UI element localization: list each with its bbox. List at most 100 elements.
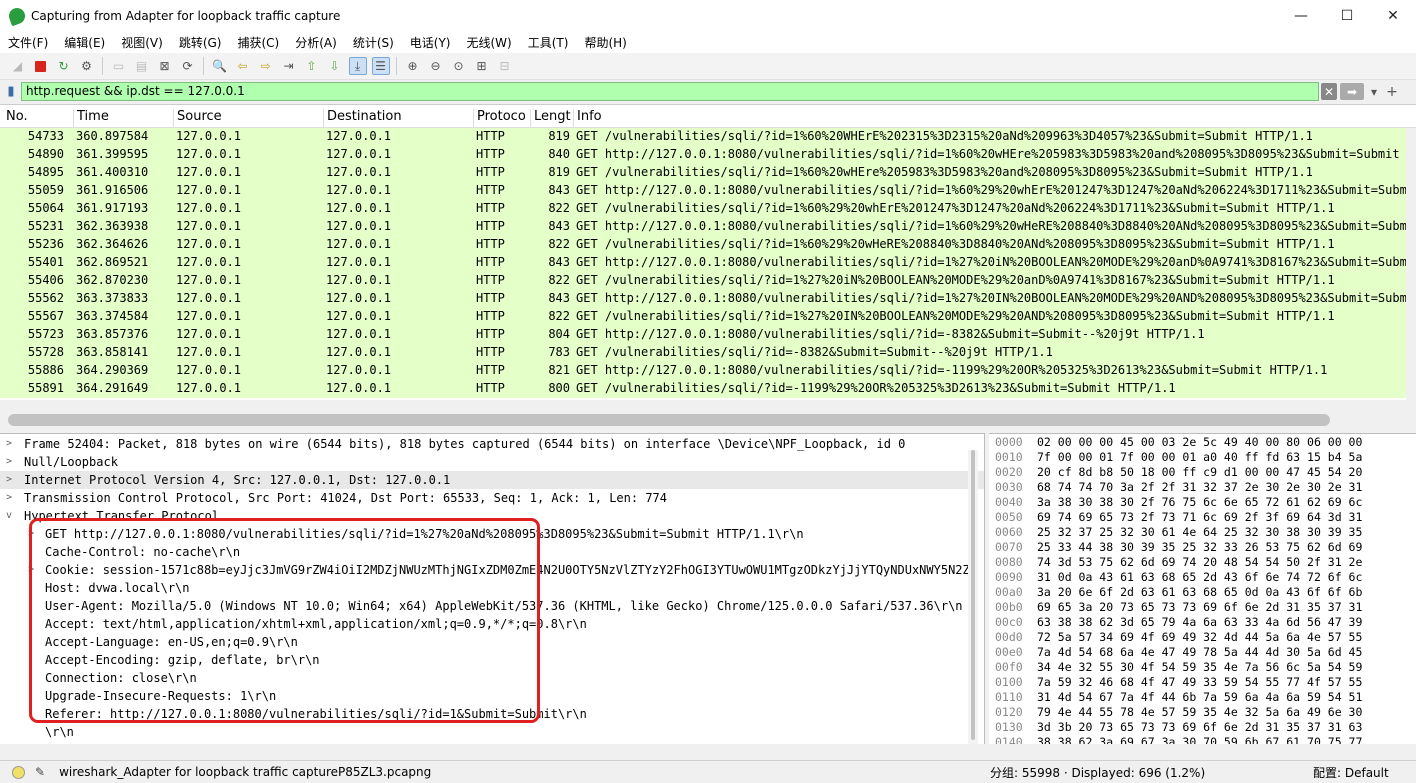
open-file-icon[interactable]: ▭ (110, 57, 128, 75)
hex-row[interactable]: 00d0 72 5a 57 34 69 4f 69 49 32 4d 44 5a … (989, 630, 1416, 645)
hex-row[interactable]: 0070 25 33 44 38 30 39 35 25 32 33 26 53 … (989, 540, 1416, 555)
packet-row[interactable]: 55064 361.917193 127.0.0.1 127.0.0.1 HTTP 822… (0, 200, 1416, 218)
packet-row[interactable]: 55406 362.870230 127.0.0.1 127.0.0.1 HTTP 822… (0, 272, 1416, 290)
packet-row[interactable]: 55401 362.869521 127.0.0.1 127.0.0.1 HTTP 843… (0, 254, 1416, 272)
hex-row[interactable]: 0020 20 cf 8d b8 50 18 00 ff c9 d1 00 00 … (989, 465, 1416, 480)
column-time[interactable]: Time (73, 109, 109, 128)
http-header-line[interactable]: Upgrade-Insecure-Requests: 1\r\n (0, 687, 984, 705)
resize-columns-icon[interactable]: ⊞ (473, 57, 491, 75)
protocol-tree-item[interactable]: > Internet Protocol Version 4, Src: 127.0… (0, 471, 984, 489)
packet-list-scrollbar[interactable] (1406, 128, 1416, 400)
go-first-icon[interactable]: ⇧ (303, 57, 321, 75)
menu-item[interactable]: 无线(W) (459, 34, 520, 51)
menu-item[interactable]: 电话(Y) (402, 34, 459, 51)
find-packet-icon[interactable]: 🔍 (211, 57, 229, 75)
packet-row[interactable]: 54895 361.400310 127.0.0.1 127.0.0.1 HTTP 819… (0, 164, 1416, 182)
hex-row[interactable]: 0030 68 74 74 70 3a 2f 2f 31 32 37 2e 30 … (989, 480, 1416, 495)
menu-item[interactable]: 捕获(C) (229, 34, 287, 51)
layout-icon[interactable]: ⊟ (496, 57, 514, 75)
packet-row[interactable]: 55236 362.364626 127.0.0.1 127.0.0.1 HTTP 822… (0, 236, 1416, 254)
hex-row[interactable]: 0090 31 0d 0a 43 61 63 68 65 2d 43 6f 6e … (989, 570, 1416, 585)
go-forward-icon[interactable]: ⇨ (257, 57, 275, 75)
http-header-line[interactable]: > Cookie: session-1571c88b=eyJjc3JmVG9rZW… (0, 561, 984, 579)
restart-capture-icon[interactable]: ↻ (55, 57, 73, 75)
packet-row[interactable]: 55059 361.916506 127.0.0.1 127.0.0.1 HTTP 843… (0, 182, 1416, 200)
expand-arrow-icon[interactable]: > (6, 453, 12, 471)
http-header-line[interactable]: Host: dvwa.local\r\n (0, 579, 984, 597)
http-header-line[interactable]: Referer: http://127.0.0.1:8080/vulnerabi… (0, 705, 984, 723)
expand-arrow-icon[interactable]: > (6, 489, 12, 507)
menu-item[interactable]: 统计(S) (345, 34, 402, 51)
expert-info-icon[interactable] (12, 765, 25, 779)
stop-capture-icon[interactable] (32, 57, 50, 75)
hex-row[interactable]: 0010 7f 00 00 01 7f 00 00 01 a0 40 ff fd … (989, 450, 1416, 465)
column-length[interactable]: Lengt (530, 109, 571, 128)
menu-item[interactable]: 分析(A) (287, 34, 345, 51)
packet-row[interactable]: 55728 363.858141 127.0.0.1 127.0.0.1 HTTP 783… (0, 344, 1416, 362)
http-header-line[interactable]: User-Agent: Mozilla/5.0 (Windows NT 10.0… (0, 597, 984, 615)
menu-item[interactable]: 帮助(H) (576, 34, 634, 51)
save-file-icon[interactable]: ▤ (133, 57, 151, 75)
go-last-icon[interactable]: ⇩ (326, 57, 344, 75)
menu-item[interactable]: 视图(V) (113, 34, 171, 51)
packet-row[interactable]: 55891 364.291649 127.0.0.1 127.0.0.1 HTTP 800… (0, 380, 1416, 398)
expand-arrow-icon[interactable]: > (6, 471, 12, 489)
autoscroll-icon[interactable]: ⤓ (348, 57, 367, 75)
pane-hscrollbar[interactable] (0, 744, 1416, 760)
hex-row[interactable]: 0120 79 4e 44 55 78 4e 57 59 35 4e 32 5a … (989, 705, 1416, 720)
hex-row[interactable]: 0100 7a 59 32 46 68 4f 47 49 33 59 54 55 … (989, 675, 1416, 690)
protocol-tree-item[interactable]: v Hypertext Transfer Protocol (0, 507, 984, 525)
protocol-tree-item[interactable]: > Null/Loopback (0, 453, 984, 471)
protocol-tree-item[interactable]: > Frame 52404: Packet, 818 bytes on wire … (0, 435, 984, 453)
add-filter-button[interactable]: + (1385, 83, 1399, 100)
hex-row[interactable]: 00a0 3a 20 6e 6f 2d 63 61 63 68 65 0d 0a … (989, 585, 1416, 600)
http-header-line[interactable]: Accept-Language: en-US,en;q=0.9\r\n (0, 633, 984, 651)
menu-item[interactable]: 工具(T) (520, 34, 577, 51)
clear-filter-button[interactable]: ✕ (1321, 83, 1337, 100)
http-header-line[interactable]: Connection: close\r\n (0, 669, 984, 687)
capture-options-icon[interactable]: ⚙ (78, 57, 96, 75)
hex-row[interactable]: 0110 31 4d 54 67 7a 4f 44 6b 7a 59 6a 4a … (989, 690, 1416, 705)
packet-row[interactable]: 55567 363.374584 127.0.0.1 127.0.0.1 HTTP 822… (0, 308, 1416, 326)
hex-row[interactable]: 0080 74 3d 53 75 62 6d 69 74 20 48 54 54 … (989, 555, 1416, 570)
maximize-button[interactable]: ☐ (1324, 0, 1370, 31)
close-file-icon[interactable]: ⊠ (156, 57, 174, 75)
column-info[interactable]: Info (573, 109, 602, 128)
start-capture-icon[interactable]: ◢ (9, 57, 27, 75)
packet-row[interactable]: 54733 360.897584 127.0.0.1 127.0.0.1 HTTP 819… (0, 128, 1416, 146)
edit-comment-icon[interactable]: ✎ (35, 765, 45, 779)
expand-arrow-icon[interactable]: > (6, 435, 12, 453)
apply-filter-button[interactable]: ➡ (1340, 83, 1364, 100)
profile-status[interactable]: 配置: Default (1313, 764, 1389, 781)
display-filter-input[interactable]: http.request && ip.dst == 127.0.0.1 (21, 82, 1319, 101)
reload-file-icon[interactable]: ⟳ (179, 57, 197, 75)
hex-row[interactable]: 00f0 34 4e 32 55 30 4f 54 59 35 4e 7a 56 … (989, 660, 1416, 675)
hex-row[interactable]: 0140 38 38 62 3a 69 67 3a 30 70 59 6b 67 … (989, 735, 1416, 744)
protocol-tree-item[interactable]: > Transmission Control Protocol, Src Port… (0, 489, 984, 507)
menu-item[interactable]: 跳转(G) (171, 34, 230, 51)
column-no[interactable]: No. (0, 109, 28, 128)
hex-row[interactable]: 00c0 63 38 38 62 3d 65 79 4a 6a 63 33 4a … (989, 615, 1416, 630)
hex-row[interactable]: 00b0 69 65 3a 20 73 65 73 73 69 6f 6e 2d … (989, 600, 1416, 615)
http-header-line[interactable]: > GET http://127.0.0.1:8080/vulnerabiliti… (0, 525, 984, 543)
go-to-packet-icon[interactable]: ⇥ (280, 57, 298, 75)
column-source[interactable]: Source (173, 109, 222, 128)
hex-row[interactable]: 0050 69 74 69 65 73 2f 73 71 6c 69 2f 3f … (989, 510, 1416, 525)
expand-arrow-icon[interactable]: > (28, 561, 34, 579)
filter-history-dropdown[interactable]: ▾ (1367, 83, 1381, 100)
zoom-in-icon[interactable]: ⊕ (404, 57, 422, 75)
close-button[interactable]: ✕ (1370, 0, 1416, 31)
colorize-icon[interactable]: ☰ (371, 57, 390, 75)
menu-item[interactable]: 编辑(E) (56, 34, 113, 51)
minimize-button[interactable]: — (1278, 0, 1324, 31)
expand-arrow-icon[interactable]: v (6, 507, 12, 525)
bookmark-icon[interactable]: ▮ (4, 83, 18, 101)
hex-row[interactable]: 0000 02 00 00 00 45 00 03 2e 5c 49 40 00 … (989, 435, 1416, 450)
menu-item[interactable]: 文件(F) (0, 34, 56, 51)
column-destination[interactable]: Destination (323, 109, 402, 128)
packet-row[interactable]: 55886 364.290369 127.0.0.1 127.0.0.1 HTTP 821… (0, 362, 1416, 380)
expand-arrow-icon[interactable]: > (28, 525, 34, 543)
go-back-icon[interactable]: ⇦ (234, 57, 252, 75)
hex-row[interactable]: 00e0 7a 4d 54 68 6a 4e 47 49 78 5a 44 4d … (989, 645, 1416, 660)
packet-row[interactable]: 55723 363.857376 127.0.0.1 127.0.0.1 HTTP 804… (0, 326, 1416, 344)
